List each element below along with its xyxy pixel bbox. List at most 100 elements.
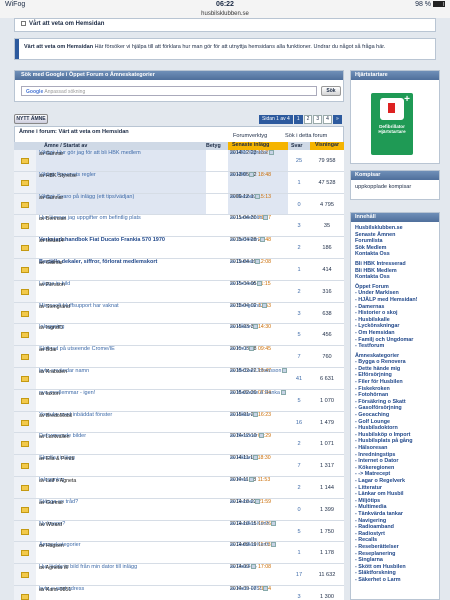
last-post-author[interactable]: av Knut bbox=[230, 477, 248, 483]
sidebar-link[interactable]: - Lagar o Regelverk bbox=[355, 478, 435, 485]
thread-row[interactable]: Viktigt: Forumets regler av HBK Styrelse 2… bbox=[14, 171, 344, 194]
thread-author[interactable]: av BredoMobil bbox=[39, 413, 72, 434]
last-post-author[interactable]: av Gunnar bbox=[230, 499, 254, 505]
thread-replies[interactable]: 25 bbox=[288, 150, 310, 171]
last-post-author[interactable]: av Gunillas Kerth bbox=[230, 542, 270, 548]
sidebar-link[interactable]: - Recalls bbox=[355, 537, 435, 544]
last-post-author[interactable]: av Gunnar bbox=[230, 194, 254, 200]
sidebar-link[interactable]: - Historier o skoj bbox=[355, 310, 435, 317]
thread-replies[interactable]: 2 bbox=[288, 237, 310, 258]
goto-last-post-icon[interactable] bbox=[282, 367, 288, 373]
thread-author[interactable]: av Bennsan bbox=[39, 216, 66, 237]
thread-author[interactable]: av Wizard bbox=[39, 522, 62, 543]
thread-author[interactable]: av Karin-9851 bbox=[39, 587, 71, 600]
thread-row[interactable]: Inloggning av Leif o Agneta 2014-11-18 11:… bbox=[14, 476, 344, 499]
search-input[interactable]: Google Anpassad sökning bbox=[21, 86, 317, 96]
thread-row[interactable]: Lägga in bild av Persson 2015-04-05 11:15 a… bbox=[14, 280, 344, 303]
last-post-author[interactable]: av Håkan bbox=[230, 455, 252, 461]
sidebar-link[interactable]: Sök Medlem bbox=[355, 245, 435, 252]
thread-replies[interactable]: 7 bbox=[288, 455, 310, 476]
sidebar-link[interactable]: - Hälsoresan bbox=[355, 445, 435, 452]
sidebar-link[interactable]: Kontakta Oss bbox=[355, 251, 435, 258]
goto-last-post-icon[interactable] bbox=[263, 585, 269, 591]
sidebar-link[interactable]: - Dette hände mig bbox=[355, 366, 435, 373]
sidebar-link[interactable]: - Kökeregionen bbox=[355, 465, 435, 472]
sidebar-link[interactable]: - Miljötips bbox=[355, 498, 435, 505]
thread-replies[interactable]: 5 bbox=[288, 390, 310, 411]
thread-author[interactable]: av IngridO bbox=[39, 325, 63, 346]
goto-last-post-icon[interactable] bbox=[248, 171, 254, 177]
sidebar-group-title[interactable]: Öppet Forum bbox=[355, 284, 435, 291]
thread-replies[interactable]: 2 bbox=[288, 433, 310, 454]
forum-search-menu[interactable]: Sök i detta forum bbox=[285, 133, 327, 139]
col-rating[interactable]: Betyg bbox=[206, 143, 221, 149]
thread-author[interactable]: av Gunnar bbox=[39, 195, 63, 216]
thread-author[interactable]: av Krabaten bbox=[39, 369, 67, 390]
thread-author[interactable]: av HBK Styrelse bbox=[39, 173, 77, 194]
last-post-author[interactable]: av Michael Johansson bbox=[230, 368, 281, 374]
thread-author[interactable]: av Gunnar bbox=[39, 151, 63, 172]
sidebar-link[interactable]: - Damernas bbox=[355, 304, 435, 311]
goto-last-post-icon[interactable] bbox=[259, 237, 265, 243]
goto-last-post-icon[interactable] bbox=[270, 520, 276, 526]
thread-author[interactable]: av Hägsen bbox=[39, 543, 64, 564]
thread-replies[interactable]: 2 bbox=[288, 281, 310, 302]
thread-row[interactable]: nya medlemmar - igen! av laxton 2015-02-20… bbox=[14, 389, 344, 412]
goto-last-post-icon[interactable] bbox=[248, 346, 254, 352]
sidebar-link[interactable]: - Radioamband bbox=[355, 524, 435, 531]
sidebar-link[interactable]: - Internet o Dator bbox=[355, 458, 435, 465]
sidebar-link[interactable]: - Testforum bbox=[355, 343, 435, 350]
last-post-author[interactable]: av Bestdner bbox=[230, 433, 258, 439]
thread-author[interactable]: av Stengränd bbox=[39, 304, 70, 325]
thread-row[interactable]: byta e-post adress av Karin-9851 2014-09-0… bbox=[14, 585, 344, 600]
col-replies[interactable]: Svar bbox=[291, 143, 303, 149]
thread-replies[interactable]: 1 bbox=[288, 172, 310, 193]
last-post-author[interactable]: av Håkan bbox=[230, 412, 252, 418]
sidebar-link[interactable]: - Geocaching bbox=[355, 412, 435, 419]
last-post-author[interactable]: av Knut bbox=[230, 346, 248, 352]
sidebar-link[interactable]: - Försäkring o Skatt bbox=[355, 399, 435, 406]
last-post-author[interactable]: av Marianne & Ranka bbox=[230, 390, 280, 396]
thread-replies[interactable]: 5 bbox=[288, 521, 310, 542]
goto-last-post-icon[interactable] bbox=[280, 389, 286, 395]
sidebar-link[interactable]: - Länkar om Husbil bbox=[355, 491, 435, 498]
sidebar-link[interactable]: - Släktforskning bbox=[355, 570, 435, 577]
sidebar-link[interactable]: - Husbilsdoktorn bbox=[355, 425, 435, 432]
thread-row[interactable]: Hur lämnar jag uppgifter om befintlig pl… bbox=[14, 215, 344, 238]
page-4[interactable]: 4 bbox=[323, 115, 332, 124]
sidebar-link[interactable]: - Fotohörnan bbox=[355, 392, 435, 399]
thread-row[interactable]: Ämneskategorier av Hägsen 2014-09-19 11:03… bbox=[14, 542, 344, 565]
sidebar-link[interactable]: Forumlista bbox=[355, 238, 435, 245]
sidebar-link[interactable]: - Multimedia bbox=[355, 504, 435, 511]
search-button[interactable]: Sök bbox=[321, 86, 341, 96]
thread-row[interactable]: Microsoft bluffsupport har vaknat av Sten… bbox=[14, 302, 344, 325]
new-thread-button[interactable]: NYTT ÄMNE bbox=[14, 114, 48, 124]
sidebar-link[interactable]: - Husbilsplats på gång bbox=[355, 438, 435, 445]
sidebar-link[interactable]: - -> Matrecept bbox=[355, 471, 435, 478]
last-post-author[interactable]: av Dale2 bbox=[230, 564, 250, 570]
thread-author[interactable]: av Gunnar bbox=[39, 500, 63, 521]
sidebar-link[interactable]: - Radiostyrt bbox=[355, 531, 435, 538]
goto-last-post-icon[interactable] bbox=[268, 150, 274, 155]
sidebar-link[interactable]: - Tänkvärda tankar bbox=[355, 511, 435, 518]
sidebar-link[interactable]: - Filer för Husbilen bbox=[355, 379, 435, 386]
thread-row[interactable]: Ny knapp? av Wizard 2014-10-15 19:26 av Gun… bbox=[14, 520, 344, 543]
sidebar-link[interactable]: Husbilsklubben.se bbox=[355, 225, 435, 232]
goto-last-post-icon[interactable] bbox=[270, 542, 276, 548]
thread-replies[interactable]: 0 bbox=[288, 194, 310, 215]
thread-author[interactable]: av Lantvallen bbox=[39, 434, 70, 455]
sidebar-link[interactable]: - Husbilskalle bbox=[355, 317, 435, 324]
thread-author[interactable]: av Galmar bbox=[39, 260, 63, 281]
sidebar-link[interactable]: - Fiskekroken bbox=[355, 386, 435, 393]
goto-last-post-icon[interactable] bbox=[255, 258, 261, 264]
goto-last-post-icon[interactable] bbox=[255, 498, 261, 504]
col-last-post[interactable]: Senaste inlägg bbox=[228, 142, 288, 150]
goto-last-post-icon[interactable] bbox=[252, 324, 258, 330]
sidebar-group-title[interactable]: Ämneskategorier bbox=[355, 353, 435, 360]
col-title[interactable]: Ämne / Startat av bbox=[44, 143, 87, 149]
goto-last-post-icon[interactable] bbox=[252, 455, 258, 461]
thread-author[interactable]: av Agneta W bbox=[39, 565, 68, 586]
thread-row[interactable]: Deformerade bilder av Lantvallen 2014-12-1… bbox=[14, 433, 344, 456]
thread-row[interactable]: Beställa dekaler, siffror, förlorat medl… bbox=[14, 258, 344, 281]
thread-author[interactable]: av Leif o Agneta bbox=[39, 478, 76, 499]
